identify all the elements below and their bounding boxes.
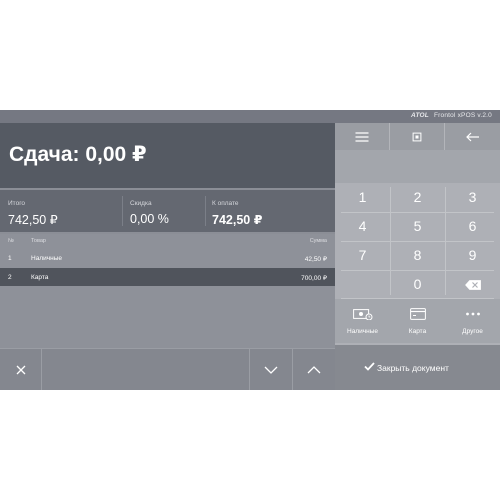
- payment-methods: Наличные Карта Другое: [335, 299, 500, 343]
- empty-slot: [42, 349, 250, 390]
- key-7[interactable]: 7: [335, 241, 390, 270]
- app-title: Frontol xPOS v.2.0: [433, 112, 492, 119]
- discount-value: 0,00 %: [130, 212, 169, 226]
- totals-bar: Итого 742,50 ₽ Скидка 0,00 % К оплате 74…: [0, 190, 335, 232]
- scanner-icon: [412, 132, 422, 141]
- other-button[interactable]: Другое: [445, 299, 500, 343]
- divider: [341, 270, 494, 271]
- receipt-panel: Сдача: 0,00 ₽ Итого 742,50 ₽ Скидка 0,00…: [0, 123, 335, 390]
- other-label: Другое: [462, 328, 483, 335]
- menu-button[interactable]: [335, 123, 390, 150]
- divider: [341, 241, 494, 242]
- discount-label: Скидка: [130, 200, 152, 207]
- brand: ATOL Frontol xPOS v.2.0: [411, 112, 492, 119]
- row-num: 2: [8, 274, 12, 281]
- scroll-up-button[interactable]: [293, 349, 335, 390]
- numeric-keypad: 1 2 3 4 5 6 7 8 9 0: [335, 183, 500, 299]
- close-document-button[interactable]: Закрыть документ: [335, 345, 500, 390]
- row-item: Карта: [31, 274, 49, 281]
- header-item: Товар: [31, 238, 46, 244]
- back-arrow-icon: [465, 132, 479, 141]
- right-top-bar: [335, 123, 500, 150]
- header-sum: Сумма: [309, 238, 327, 244]
- row-sum: 700,00 ₽: [301, 275, 327, 282]
- key-1[interactable]: 1: [335, 183, 390, 212]
- divider: [205, 196, 206, 226]
- discount-block: Скидка 0,00 %: [130, 190, 205, 232]
- divider: [445, 187, 446, 295]
- topay-label: К оплате: [212, 200, 239, 207]
- keypad-panel: 1 2 3 4 5 6 7 8 9 0 Наличные Карта Друго…: [335, 123, 500, 390]
- list-header: № Товар Сумма: [0, 234, 335, 248]
- card-label: Карта: [408, 328, 427, 335]
- total-label: Итого: [8, 200, 26, 207]
- backspace-icon: [464, 279, 481, 290]
- divider: [341, 212, 494, 213]
- key-0[interactable]: 0: [390, 270, 445, 299]
- header-num: №: [8, 238, 14, 244]
- topay-block: К оплате 742,50 ₽: [212, 190, 322, 232]
- cancel-button[interactable]: [0, 349, 42, 390]
- change-display: Сдача: 0,00 ₽: [0, 123, 335, 188]
- card-icon: [409, 308, 426, 320]
- close-icon: [16, 365, 25, 375]
- chevron-down-icon: [264, 366, 278, 374]
- menu-icon: [355, 131, 369, 142]
- row-item: Наличные: [31, 255, 62, 262]
- cash-button[interactable]: Наличные: [335, 299, 390, 343]
- key-5[interactable]: 5: [390, 212, 445, 241]
- key-8[interactable]: 8: [390, 241, 445, 270]
- total-block: Итого 742,50 ₽: [8, 190, 118, 232]
- row-sum: 42,50 ₽: [304, 256, 327, 263]
- chevron-up-icon: [307, 366, 321, 374]
- topay-value: 742,50 ₽: [212, 213, 263, 227]
- key-blank: [335, 270, 390, 299]
- more-icon: [465, 312, 480, 316]
- scroll-down-button[interactable]: [250, 349, 293, 390]
- list-row[interactable]: 1 Наличные 42,50 ₽: [0, 249, 335, 267]
- pos-screen: ATOL Frontol xPOS v.2.0 Сдача: 0,00 ₽ Ит…: [0, 110, 500, 390]
- checkmark-icon: [364, 362, 375, 371]
- divider: [390, 187, 391, 295]
- key-9[interactable]: 9: [445, 241, 500, 270]
- left-bottom-bar: [0, 348, 335, 390]
- close-document-label: Закрыть документ: [377, 363, 449, 373]
- cash-label: Наличные: [347, 328, 378, 335]
- atol-logo: ATOL: [411, 112, 429, 119]
- total-value: 742,50 ₽: [8, 213, 58, 227]
- back-button[interactable]: [445, 123, 500, 150]
- card-button[interactable]: Карта: [390, 299, 445, 343]
- change-text: Сдача: 0,00 ₽: [9, 143, 147, 166]
- row-num: 1: [8, 255, 12, 262]
- list-row-selected[interactable]: 2 Карта 700,00 ₽: [0, 268, 335, 286]
- input-display: [335, 150, 500, 183]
- key-3[interactable]: 3: [445, 183, 500, 212]
- key-4[interactable]: 4: [335, 212, 390, 241]
- divider: [122, 196, 123, 226]
- top-bar: ATOL Frontol xPOS v.2.0: [0, 110, 500, 123]
- cash-icon: [352, 309, 372, 320]
- key-2[interactable]: 2: [390, 183, 445, 212]
- key-6[interactable]: 6: [445, 212, 500, 241]
- backspace-key[interactable]: [445, 270, 500, 299]
- scanner-button[interactable]: [390, 123, 445, 150]
